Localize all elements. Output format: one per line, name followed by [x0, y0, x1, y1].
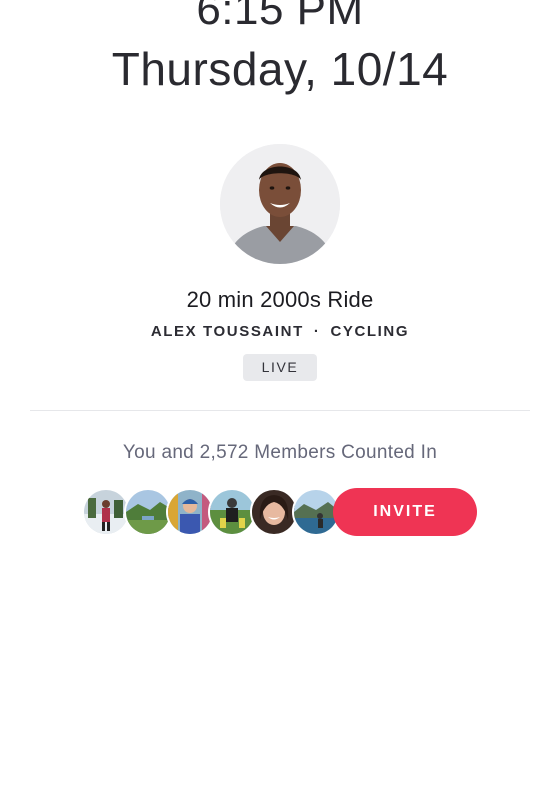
- instructor-photo: [220, 144, 340, 264]
- class-meta: ALEX TOUSSAINT · CYCLING: [0, 323, 560, 340]
- instructor-name: ALEX TOUSSAINT: [150, 323, 304, 340]
- class-category: CYCLING: [330, 323, 410, 340]
- current-time: 6:15 PM: [196, 0, 364, 34]
- invite-button[interactable]: INVITE: [333, 488, 477, 536]
- member-photo: [126, 490, 170, 534]
- class-date: Thursday, 10/14: [111, 43, 449, 95]
- member-avatar: [250, 488, 298, 536]
- members-counted-in-text: You and 2,572 Members Counted In: [122, 442, 438, 463]
- member-photo: [168, 490, 212, 534]
- member-avatar: [124, 488, 172, 536]
- member-avatar: [166, 488, 214, 536]
- member-photo: [252, 490, 296, 534]
- member-photo: [294, 490, 338, 534]
- member-photo: [210, 490, 254, 534]
- live-badge: LIVE: [243, 354, 317, 381]
- instructor-avatar: [220, 144, 340, 264]
- member-avatar: [208, 488, 256, 536]
- member-avatar: [82, 488, 130, 536]
- section-divider: [30, 410, 530, 411]
- meta-separator: ·: [313, 323, 321, 340]
- class-title: 20 min 2000s Ride: [186, 287, 374, 312]
- member-photo: [84, 490, 128, 534]
